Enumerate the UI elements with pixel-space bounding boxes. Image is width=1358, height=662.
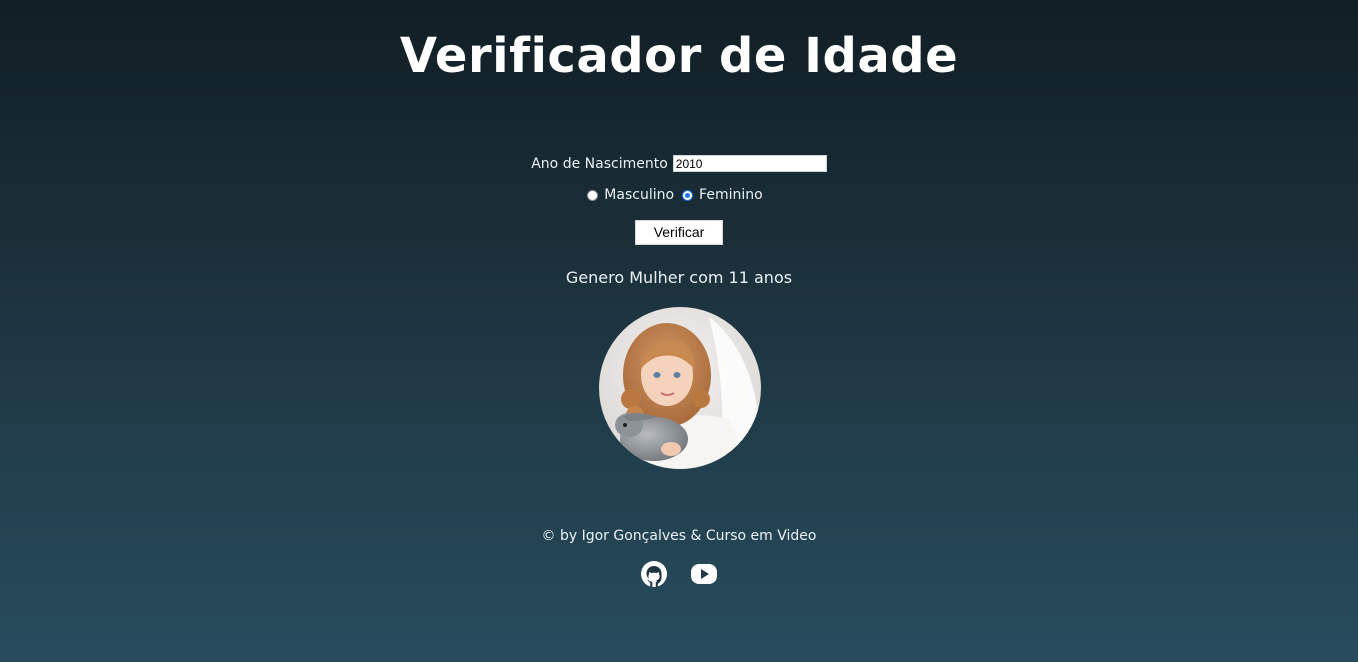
girl-with-rabbit-photo [599,307,761,469]
radio-feminino-label[interactable]: Feminino [699,187,763,203]
radio-feminino[interactable] [682,189,694,201]
github-icon[interactable] [640,560,668,588]
verify-button[interactable]: Verificar [635,220,723,245]
birth-year-input[interactable] [672,155,827,172]
button-row: Verificar [0,220,1358,245]
birth-year-label: Ano de Nascimento [531,155,668,172]
footer-credit: © by Igor Gonçalves & Curso em Video [541,528,817,544]
youtube-icon[interactable] [690,560,718,588]
gender-radio-group: Masculino Feminino [0,187,1358,203]
birth-year-row: Ano de Nascimento [0,155,1358,172]
social-links [0,560,1358,588]
radio-masculino-label[interactable]: Masculino [604,187,674,203]
radio-masculino[interactable] [587,189,599,201]
page-title: Verificador de Idade [399,28,959,84]
result-photo [599,307,761,469]
result-text: Genero Mulher com 11 anos [565,268,793,287]
